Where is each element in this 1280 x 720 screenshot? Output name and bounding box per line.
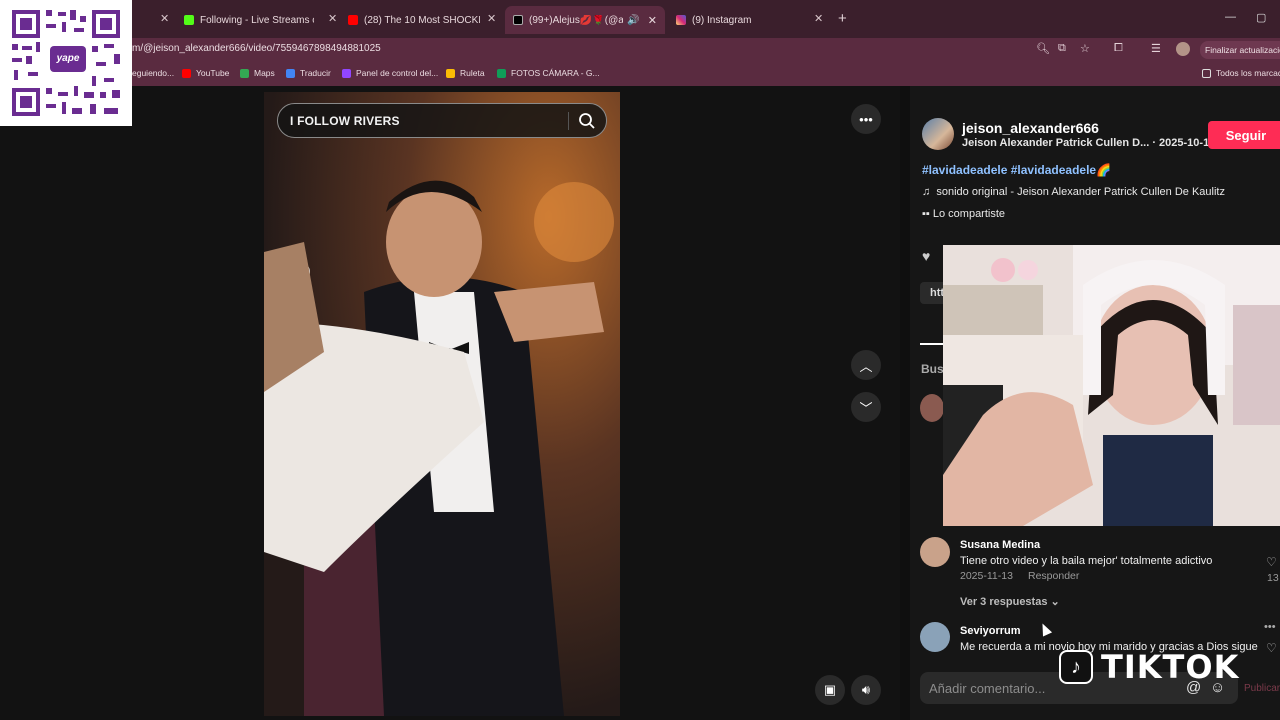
close-tab-icon[interactable]: ✕ <box>648 14 657 27</box>
tab-label: (99+)Alejus💋🌹(@alejus2 <box>529 14 624 26</box>
twitch-icon <box>342 68 351 78</box>
author-avatar[interactable] <box>922 118 954 150</box>
zoom-icon[interactable]: 🔍︎ <box>1036 42 1050 55</box>
music-note-icon: ♫ <box>922 186 931 198</box>
bookmark-twitch-dashboard[interactable]: Panel de control del... <box>342 68 438 78</box>
search-input[interactable]: I FOLLOW RIVERS <box>290 114 400 128</box>
address-bar-row: m/@jeison_alexander666/video/75594678984… <box>0 38 1280 62</box>
tab-label: (28) The 10 Most SHOCKING Pe <box>364 14 480 26</box>
comment-more-icon[interactable]: ••• <box>1264 621 1276 633</box>
hashtags-link[interactable]: #lavidadeadele #lavidadeadele🌈 <box>922 163 1111 177</box>
folder-icon <box>1202 68 1211 78</box>
maps-icon <box>240 68 249 78</box>
comment-avatar[interactable] <box>920 394 944 422</box>
close-tab-icon[interactable]: ✕ <box>328 12 337 25</box>
author-username[interactable]: jeison_alexander666 <box>962 120 1099 136</box>
sound-link[interactable]: ♫ sonido original - Jeison Alexander Pat… <box>922 186 1225 198</box>
browser-tab-tiktok-active[interactable]: (99+)Alejus💋🌹(@alejus2 🔊 ✕ <box>505 6 665 34</box>
browser-tab[interactable] <box>138 8 158 32</box>
sound-label: sonido original - Jeison Alexander Patri… <box>936 186 1225 198</box>
drive-icon <box>497 68 506 78</box>
video-player[interactable] <box>264 92 620 716</box>
new-tab-icon[interactable]: + <box>838 10 847 27</box>
browser-tab-instagram[interactable]: (9) Instagram <box>676 8 806 32</box>
youtube-icon <box>348 15 358 25</box>
share-avatars-icon: ▪▪ <box>922 208 930 220</box>
search-icon[interactable] <box>578 112 596 130</box>
shared-indicator: ▪▪ Lo compartiste <box>922 208 1005 220</box>
all-bookmarks[interactable]: Todos los marcad <box>1202 68 1280 78</box>
bookmark-youtube[interactable]: YouTube <box>182 68 229 78</box>
tiktok-icon <box>513 15 523 25</box>
comment-like-icon[interactable]: ♡ <box>1266 641 1277 655</box>
comment-author[interactable]: Seviyorrum <box>960 625 1021 637</box>
watermark-text: TIKTOK <box>1101 648 1240 686</box>
comment-placeholder: Añadir comentario... <box>929 681 1046 696</box>
search-divider <box>568 112 569 130</box>
yape-logo: yape <box>50 46 86 72</box>
bookmark-fotos[interactable]: FOTOS CÁMARA - G... <box>497 68 600 78</box>
like-icon[interactable]: ♥ <box>922 248 930 264</box>
comment-date: 2025-11-13 <box>960 570 1013 582</box>
extensions-icon[interactable]: ⧠ <box>1114 42 1123 55</box>
kick-icon <box>184 15 194 25</box>
maximize-icon[interactable]: ▢ <box>1256 11 1266 24</box>
follow-button[interactable]: Seguir <box>1208 121 1280 149</box>
chevron-up-icon[interactable]: ︿ <box>851 350 881 380</box>
reply-button[interactable]: Responder <box>1028 570 1079 582</box>
wheel-icon <box>446 68 455 78</box>
translate-icon <box>286 68 295 78</box>
bookmark-item[interactable]: eguiendo... <box>132 68 174 78</box>
webcam-frame <box>943 245 1280 526</box>
close-tab-icon[interactable]: ✕ <box>814 12 823 25</box>
url-field[interactable]: m/@jeison_alexander666/video/75594678984… <box>132 43 381 54</box>
bookmarks-bar: eguiendo... YouTube Maps Traducir Panel … <box>0 62 1280 86</box>
comment-text: Tiene otro video y la baila mejor' total… <box>960 555 1213 567</box>
close-tab-icon[interactable]: ✕ <box>160 12 169 25</box>
author-subtitle: Jeison Alexander Patrick Cullen D... · 2… <box>962 137 1216 149</box>
shared-label: Lo compartiste <box>932 208 1006 220</box>
install-app-icon[interactable]: ⧉ <box>1058 42 1066 55</box>
post-comment-button[interactable]: Publicar <box>1244 683 1280 694</box>
screen: ✕ Following - Live Streams on Kic ✕ (28)… <box>0 0 1280 720</box>
picture-in-picture-icon[interactable]: ▣ <box>815 675 845 705</box>
bookmark-star-icon[interactable]: ☆ <box>1080 42 1090 55</box>
update-button[interactable]: Finalizar actualizació <box>1200 41 1280 59</box>
minimize-icon[interactable]: — <box>1225 11 1236 23</box>
comment-like-count: 13 <box>1267 572 1279 584</box>
more-options-icon[interactable]: ••• <box>851 104 881 134</box>
instagram-icon <box>676 15 686 25</box>
browser-tab-bar: ✕ Following - Live Streams on Kic ✕ (28)… <box>0 0 1280 38</box>
comment-like-icon[interactable]: ♡ <box>1266 555 1277 569</box>
close-tab-icon[interactable]: ✕ <box>487 12 496 25</box>
youtube-icon <box>182 68 191 78</box>
search-tab-label[interactable]: Bus <box>921 362 944 376</box>
comment-avatar[interactable] <box>920 622 950 652</box>
view-replies-button[interactable]: Ver 3 respuestas ⌄ <box>960 595 1060 608</box>
bookmark-translate[interactable]: Traducir <box>286 68 331 78</box>
audio-playing-icon[interactable]: 🔊 <box>627 15 639 26</box>
tiktok-logo-icon: ♪ <box>1059 650 1093 684</box>
comment-avatar[interactable] <box>920 537 950 567</box>
bookmark-maps[interactable]: Maps <box>240 68 275 78</box>
tab-label: Following - Live Streams on Kic <box>200 14 314 26</box>
browser-tab-kick[interactable]: Following - Live Streams on Kic <box>184 8 314 32</box>
tab-search-icon[interactable]: ☰ <box>1151 42 1161 55</box>
search-bar[interactable]: I FOLLOW RIVERS <box>277 103 607 138</box>
profile-avatar[interactable] <box>1176 42 1190 56</box>
streamer-webcam <box>943 245 1280 526</box>
comment-author[interactable]: Susana Medina <box>960 539 1040 551</box>
tab-label: (9) Instagram <box>692 14 752 26</box>
chevron-down-icon[interactable]: ﹀ <box>851 392 881 422</box>
volume-icon[interactable]: 🔊︎ <box>851 675 881 705</box>
video-frame <box>264 92 620 716</box>
browser-tab-youtube[interactable]: (28) The 10 Most SHOCKING Pe <box>348 8 480 32</box>
bookmark-ruleta[interactable]: Ruleta <box>446 68 485 78</box>
yape-qr-code: yape <box>0 0 132 126</box>
tiktok-watermark: ♪ TIKTOK <box>1059 648 1239 686</box>
